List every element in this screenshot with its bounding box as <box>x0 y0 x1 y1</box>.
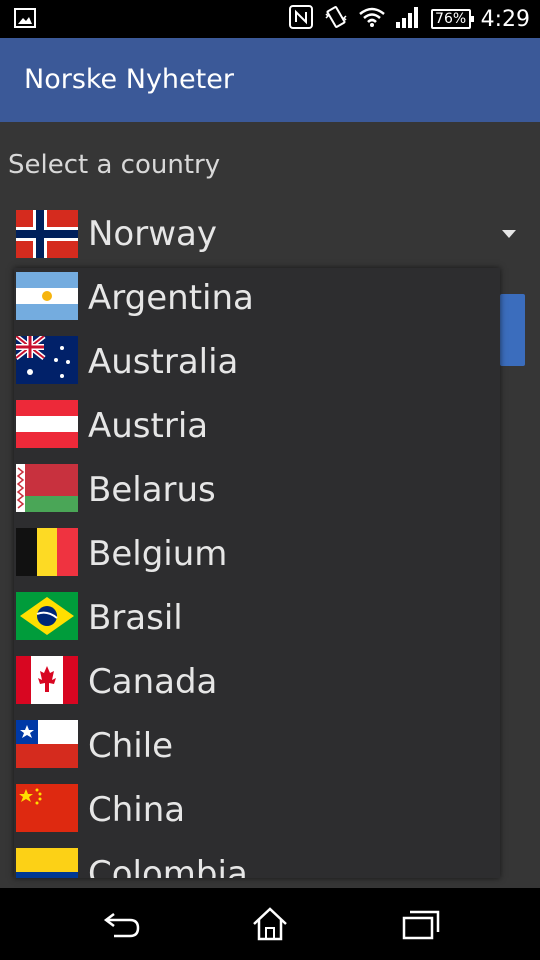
list-item-argentina[interactable]: Argentina <box>14 268 500 332</box>
home-icon <box>253 907 287 941</box>
flag-argentina-icon <box>16 272 78 320</box>
dropdown-arrow-icon <box>502 230 516 238</box>
nfc-icon <box>288 5 313 33</box>
flag-australia-icon <box>16 336 78 384</box>
list-item-label: Brasil <box>88 598 183 638</box>
flag-austria-icon <box>16 400 78 448</box>
button-behind-dropdown[interactable] <box>500 294 525 366</box>
flag-belgium-icon <box>16 528 78 576</box>
list-item-china[interactable]: China <box>14 780 500 844</box>
flag-brazil-icon <box>16 592 78 640</box>
recent-apps-button[interactable] <box>398 906 442 942</box>
list-item-label: Colombia <box>88 854 248 878</box>
list-item-label: Belarus <box>88 470 216 510</box>
list-item-label: China <box>88 790 186 830</box>
list-item-label: Belgium <box>88 534 228 574</box>
status-bar: 76% 4:29 <box>0 0 540 38</box>
list-item-belarus[interactable]: Belarus <box>14 460 500 524</box>
list-item-australia[interactable]: Australia <box>14 332 500 396</box>
main-content: Select a country Norway Argentina Austra… <box>0 122 540 888</box>
navigation-bar <box>0 888 540 960</box>
clock: 4:29 <box>480 6 530 32</box>
back-icon <box>103 913 140 938</box>
country-dropdown-list: Argentina Australia Austria Belarus Belg… <box>14 268 500 878</box>
flag-china-icon <box>16 784 78 832</box>
flag-belarus-icon <box>16 464 78 512</box>
recent-apps-icon <box>402 910 440 940</box>
image-notification-icon <box>14 8 36 32</box>
list-item-brasil[interactable]: Brasil <box>14 588 500 652</box>
list-item-colombia[interactable]: Colombia <box>14 844 500 878</box>
app-bar: Norske Nyheter <box>0 38 540 122</box>
battery-level: 76% <box>435 11 467 27</box>
select-country-label: Select a country <box>8 150 221 180</box>
wifi-icon <box>358 6 385 32</box>
list-item-belgium[interactable]: Belgium <box>14 524 500 588</box>
list-item-canada[interactable]: Canada <box>14 652 500 716</box>
flag-colombia-icon <box>16 848 78 878</box>
flag-canada-icon <box>16 656 78 704</box>
app-title: Norske Nyheter <box>24 64 234 95</box>
list-item-label: Canada <box>88 662 218 702</box>
list-item-austria[interactable]: Austria <box>14 396 500 460</box>
flag-norway-icon <box>16 210 78 258</box>
list-item-label: Australia <box>88 342 239 382</box>
list-item-label: Chile <box>88 726 174 766</box>
list-item-chile[interactable]: Chile <box>14 716 500 780</box>
list-item-label: Argentina <box>88 278 254 318</box>
home-button[interactable] <box>248 906 292 942</box>
signal-icon <box>395 6 421 32</box>
list-item-label: Austria <box>88 406 209 446</box>
selected-country: Norway <box>88 214 217 254</box>
country-spinner[interactable]: Norway <box>8 204 532 266</box>
vibrate-icon <box>323 4 349 34</box>
battery-icon: 76% <box>430 9 474 29</box>
flag-chile-icon <box>16 720 78 768</box>
back-button[interactable] <box>100 906 144 942</box>
